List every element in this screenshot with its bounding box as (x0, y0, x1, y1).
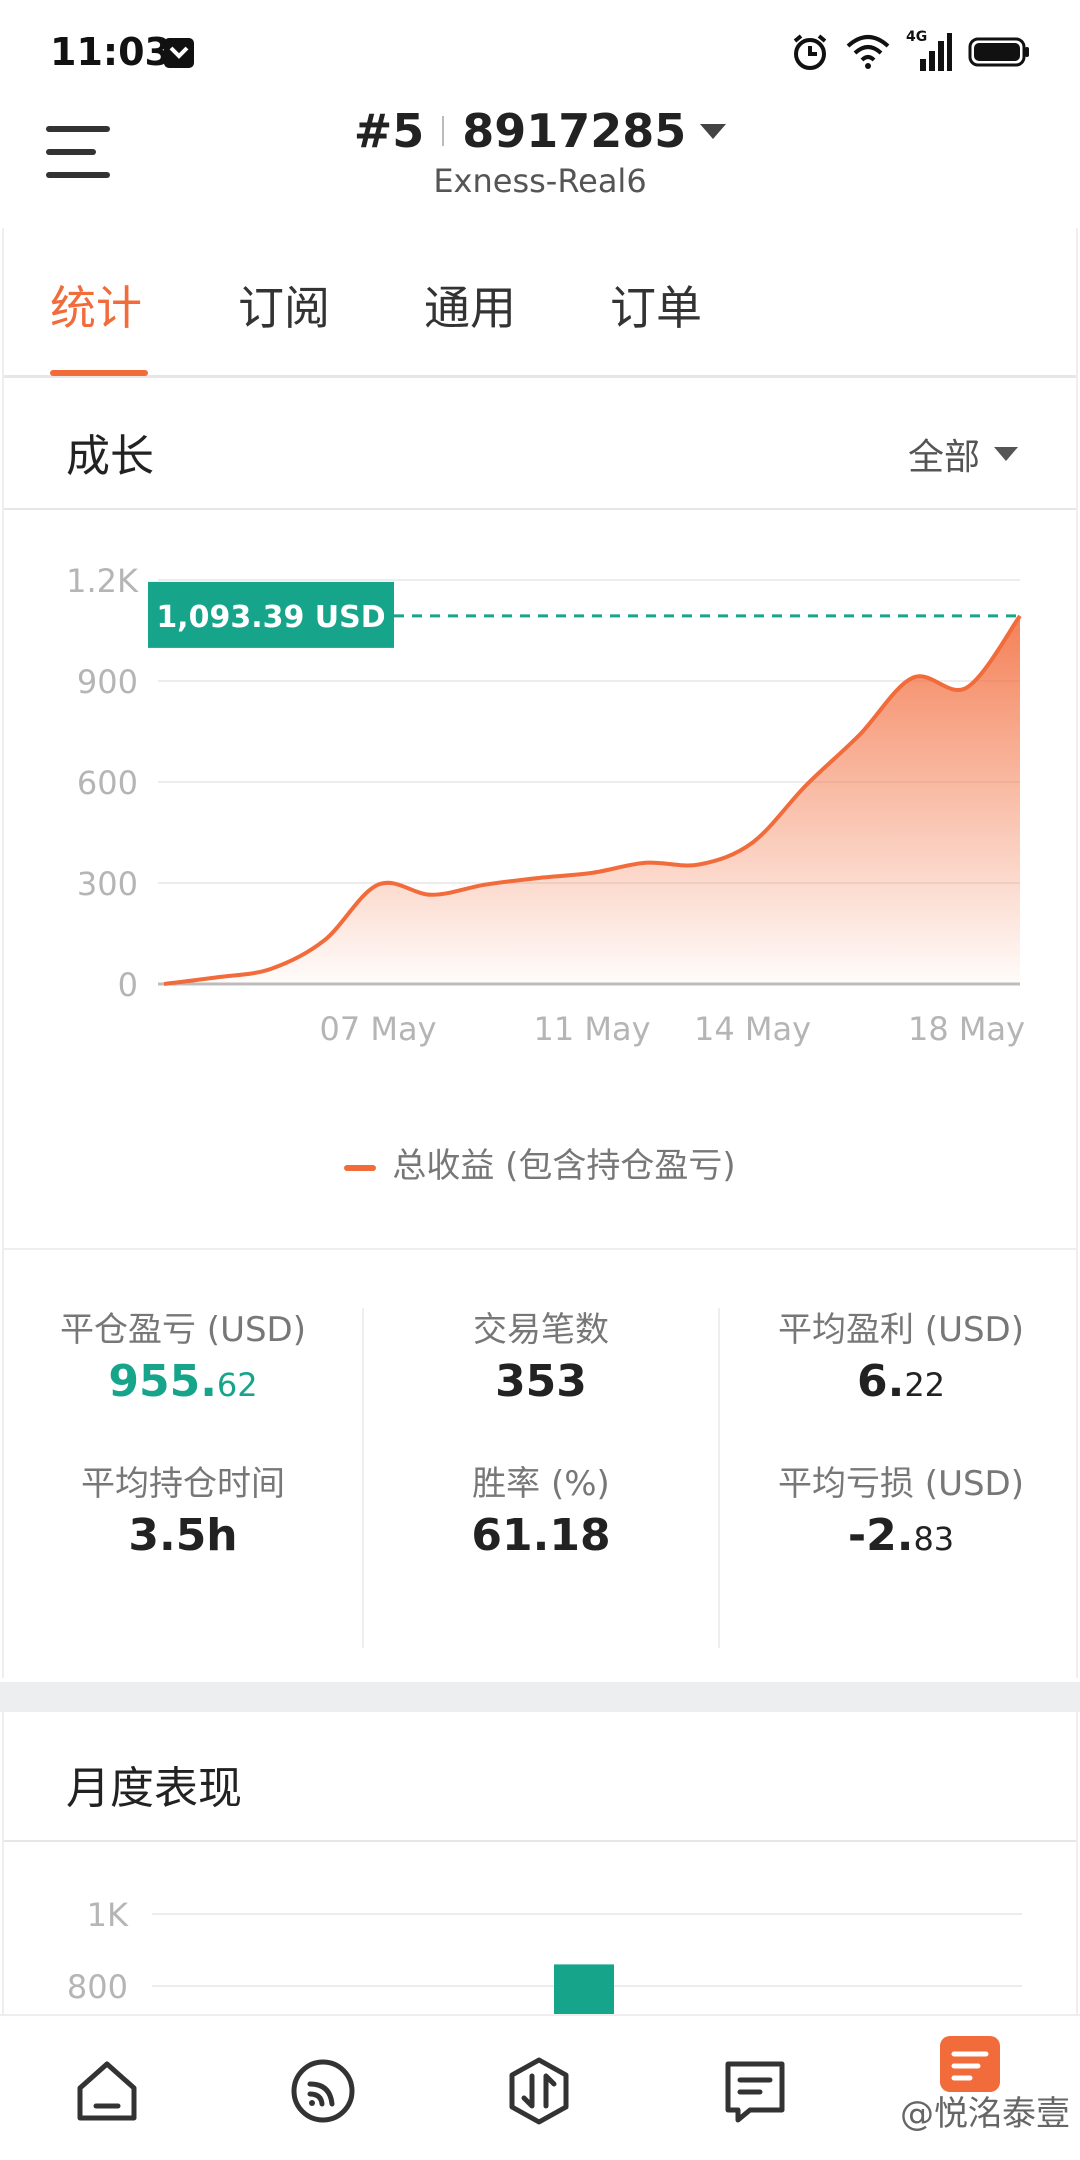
status-icons: 4G (790, 29, 1030, 72)
growth-chart: 0 300 600 900 1.2K 07 May 11 May 14 May 18 May 1,… (4, 512, 1076, 1072)
stat-label-avg-loss: 平均亏损 (USD) (778, 1464, 1024, 1504)
watermark: @悦洺泰壹 (900, 2094, 1070, 2134)
status-time: 11:03 (50, 30, 171, 74)
tab-general[interactable]: 通用 (424, 272, 516, 338)
orders-icon[interactable] (720, 2056, 790, 2126)
y-tick-label: 1.2K (66, 562, 139, 600)
stat-dec: 83 (913, 1520, 955, 1558)
account-id: 8917285 (462, 104, 687, 158)
legend-label: 总收益 (包含持仓盈亏) (392, 1146, 736, 1186)
y-tick-label: 300 (77, 865, 138, 903)
stat-dec: 62 (216, 1366, 258, 1404)
y-tick-label: 1K (87, 1896, 129, 1934)
stat-label-closed-pnl: 平仓盈亏 (USD) (60, 1310, 306, 1350)
battery-icon (968, 37, 1029, 67)
stat-label-avg-hold: 平均持仓时间 (81, 1464, 285, 1504)
growth-title: 成长 (66, 431, 154, 482)
y-tick-label: 0 (118, 966, 138, 1004)
account-server: Exness-Real6 (433, 162, 647, 200)
notification-icon (164, 38, 194, 68)
status-bar: 11:03 4G (0, 0, 1080, 100)
stat-label-winrate: 胜率 (%) (472, 1464, 610, 1504)
profile-icon[interactable] (938, 2034, 1002, 2094)
feed-icon[interactable] (288, 2056, 358, 2126)
tab-stats[interactable]: 统计 (50, 272, 142, 338)
stats-card: 统计 订阅 通用 订单 成长 全部 0 300 600 900 1.2K 07 May 11… (2, 228, 1078, 1678)
range-label: 全部 (907, 437, 980, 478)
chart-legend: 总收益 (包含持仓盈亏) (4, 1138, 1076, 1187)
signal-icon: 4G (906, 29, 952, 71)
stat-label-trades: 交易笔数 (473, 1310, 609, 1350)
stats-column: 交易笔数 353 胜率 (%) 61.18 (362, 1308, 720, 1648)
stat-label-avg-profit: 平均盈利 (USD) (778, 1310, 1024, 1350)
bottom-nav: @悦洺泰壹 (0, 2014, 1080, 2160)
x-tick-label: 07 May (319, 1010, 436, 1048)
stat-int: 3.5h (128, 1510, 238, 1561)
growth-chart-svg: 0 300 600 900 1.2K 07 May 11 May 14 May 18 May 1,… (66, 562, 1025, 1048)
monthly-chart-svg: 1K 800 (67, 1896, 1022, 2022)
chevron-down-icon (700, 123, 727, 139)
stat-value-closed-pnl: 955.62 (4, 1352, 362, 1412)
stats-column: 平仓盈亏 (USD) 955.62 平均持仓时间 3.5h (4, 1308, 362, 1648)
account-number: #5 (353, 104, 425, 158)
stat-int: -2. (847, 1510, 914, 1561)
trade-icon[interactable] (504, 2056, 574, 2126)
stat-value-avg-profit: 6.22 (722, 1352, 1080, 1412)
wifi-icon (846, 35, 890, 69)
y-tick-label: 900 (77, 663, 138, 701)
range-selector[interactable]: 全部 (908, 428, 1018, 480)
account-selector[interactable]: #5 8917285 Exness-Real6 (0, 104, 1080, 200)
divider (4, 1248, 1076, 1250)
stat-dec: 22 (904, 1366, 946, 1404)
stat-int: 353 (495, 1356, 587, 1407)
monthly-card: 月度表现 1K 800 (2, 1712, 1078, 2022)
tab-subscribe[interactable]: 订阅 (238, 272, 330, 338)
stat-value-winrate: 61.18 (364, 1506, 718, 1566)
legend-swatch (344, 1164, 377, 1171)
y-tick-label: 600 (77, 764, 138, 802)
section-gap (0, 1682, 1080, 1712)
stats-column: 平均盈利 (USD) 6.22 平均亏损 (USD) -2.83 (722, 1308, 1080, 1648)
stat-value-avg-loss: -2.83 (722, 1506, 1080, 1566)
stat-value-trades: 353 (364, 1352, 718, 1412)
stat-value-avg-hold: 3.5h (4, 1506, 362, 1566)
stat-int: 955. (108, 1356, 217, 1407)
tab-active-indicator (50, 370, 148, 376)
series-area (164, 615, 1020, 984)
tab-bar: 统计 订阅 通用 订单 (4, 228, 1076, 378)
tab-orders[interactable]: 订单 (610, 272, 702, 338)
monthly-title: 月度表现 (66, 1763, 242, 1814)
home-icon[interactable] (72, 2056, 142, 2126)
stat-int: 6. (856, 1356, 905, 1407)
stat-int: 61.18 (471, 1510, 611, 1561)
x-tick-label: 14 May (694, 1010, 811, 1048)
current-value-label: 1,093.39 USD (156, 600, 385, 635)
stats-grid: 平仓盈亏 (USD) 955.62 平均持仓时间 3.5h 交易笔数 353 胜… (4, 1308, 1076, 1668)
x-tick-label: 11 May (533, 1010, 650, 1048)
chevron-down-icon (994, 447, 1018, 461)
alarm-icon (793, 34, 827, 70)
x-tick-label: 18 May (908, 1010, 1025, 1048)
account-separator (442, 116, 445, 146)
growth-header: 成长 全部 (4, 380, 1076, 510)
y-tick-label: 800 (67, 1968, 128, 2006)
